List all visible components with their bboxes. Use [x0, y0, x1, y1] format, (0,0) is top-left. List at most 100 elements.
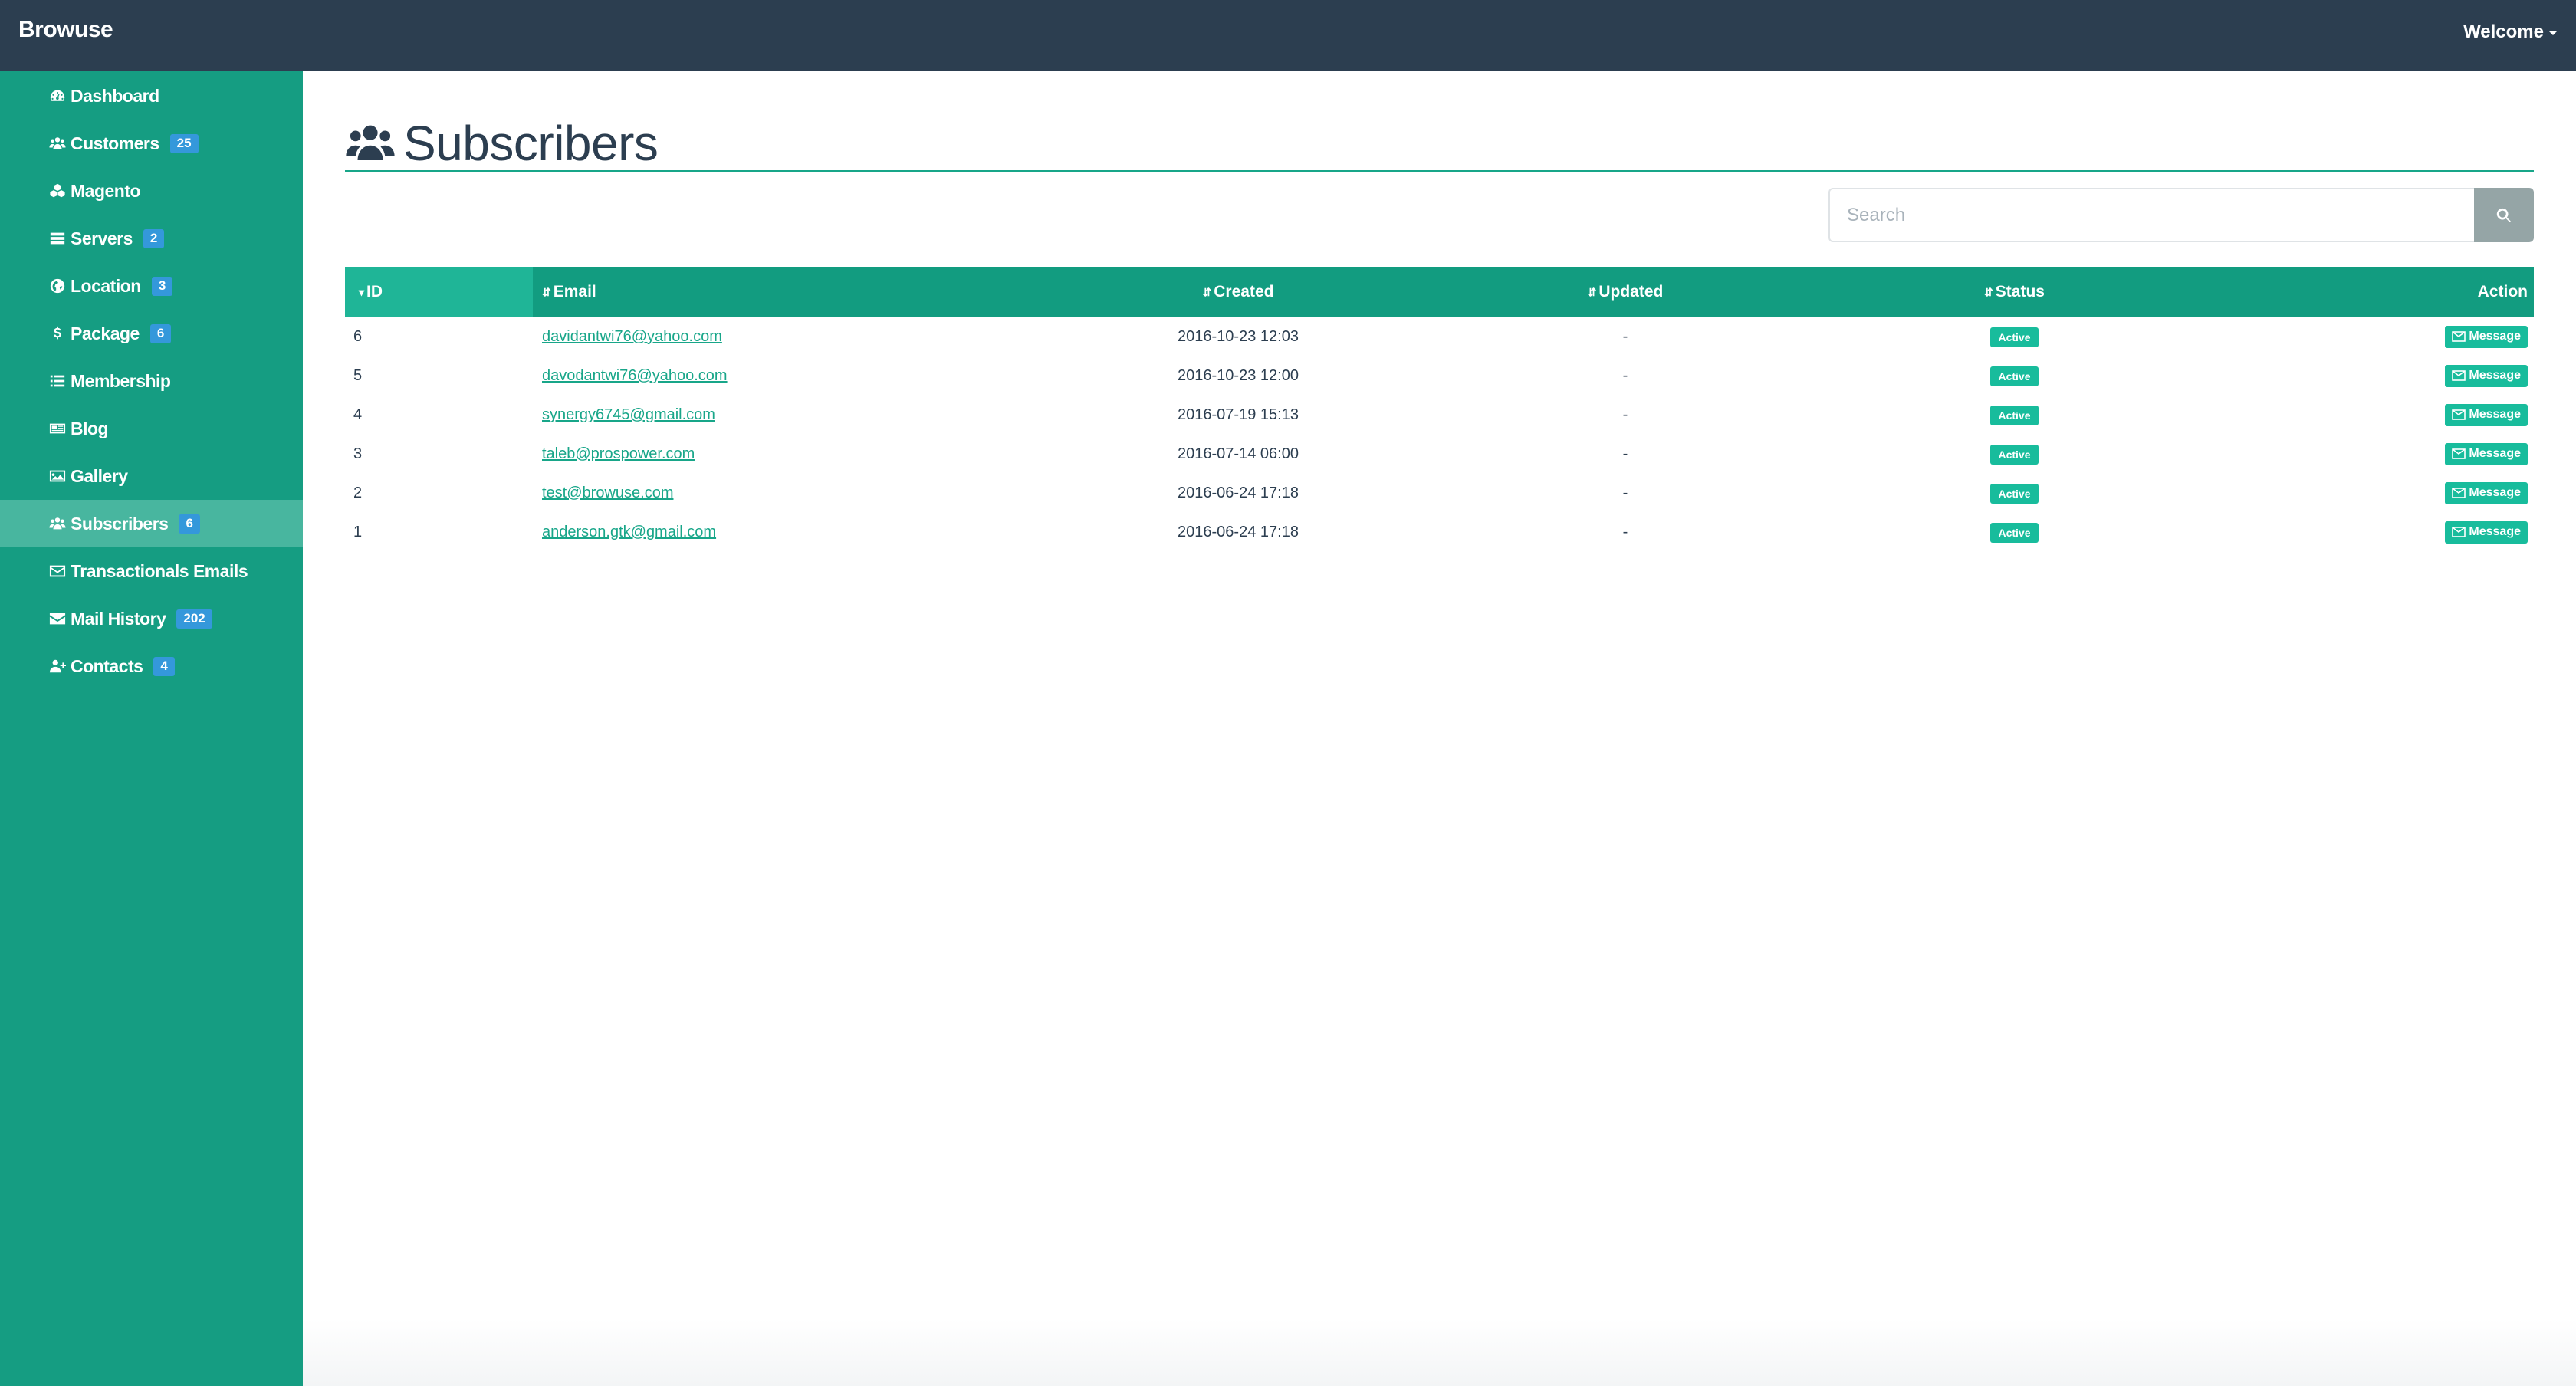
sidebar-item-label: Customers: [71, 133, 159, 153]
table-header: ▾ ID ⇵ Email ⇵ Created ⇵ Updated ⇵ Status Act…: [345, 267, 2534, 317]
sidebar-item-label: Dashboard: [71, 85, 159, 106]
status-badge: Active: [1990, 327, 2039, 347]
cell-created: 2016-10-23 12:03: [1178, 328, 1299, 345]
sidebar-item-label: Contacts: [71, 655, 143, 676]
sidebar-item-magento[interactable]: Magento: [0, 167, 303, 215]
envelope-outline-icon: [48, 563, 67, 580]
count-badge: 25: [169, 133, 199, 153]
cell-id: 1: [353, 524, 363, 540]
welcome-label: Welcome: [2463, 21, 2544, 42]
column-header-created[interactable]: ⇵ Created: [1046, 267, 1430, 317]
image-icon: [48, 468, 67, 484]
users-icon: [48, 135, 67, 152]
status-badge: Active: [1990, 366, 2039, 386]
bottom-shadow: [303, 1319, 2576, 1386]
dollar-icon: [48, 325, 67, 342]
welcome-dropdown[interactable]: Welcome: [2463, 21, 2558, 43]
envelope-outline-icon: [2452, 409, 2466, 420]
status-badge: Active: [1990, 483, 2039, 504]
cell-created: 2016-07-19 15:13: [1178, 406, 1299, 423]
email-link[interactable]: davodantwi76@yahoo.com: [542, 367, 728, 385]
column-header-status[interactable]: ⇵ Status: [1821, 267, 2208, 317]
column-header-action: Action: [2477, 283, 2528, 301]
search-button[interactable]: [2474, 188, 2534, 242]
cell-updated: -: [1622, 406, 1628, 423]
message-button[interactable]: Message: [2445, 404, 2528, 426]
email-link[interactable]: davidantwi76@yahoo.com: [542, 328, 722, 346]
cell-updated: -: [1622, 484, 1628, 501]
email-link[interactable]: taleb@prospower.com: [542, 445, 695, 463]
sidebar-item-label: Gallery: [71, 465, 128, 486]
sidebar-item-servers[interactable]: Servers 2: [0, 215, 303, 262]
status-badge: Active: [1990, 444, 2039, 465]
sidebar-item-mail-history[interactable]: Mail History 202: [0, 595, 303, 642]
table-row: 1 anderson.gtk@gmail.com 2016-06-24 17:1…: [345, 513, 2534, 552]
brand-logo[interactable]: Browuse: [18, 17, 113, 43]
count-badge: 2: [143, 228, 165, 248]
sidebar-item-label: Transactionals Emails: [71, 560, 248, 581]
cell-created: 2016-10-23 12:00: [1178, 367, 1299, 384]
cubes-icon: [48, 182, 67, 199]
sidebar-item-label: Package: [71, 323, 140, 343]
column-header-id[interactable]: ▾ ID: [345, 267, 533, 317]
sidebar-item-gallery[interactable]: Gallery: [0, 452, 303, 500]
page-title: Subscribers: [345, 115, 659, 172]
caret-down-icon: [2548, 30, 2558, 35]
search-icon: [2496, 208, 2511, 222]
globe-icon: [48, 278, 67, 294]
envelope-outline-icon: [2452, 370, 2466, 381]
sidebar-item-label: Subscribers: [71, 513, 169, 534]
sort-icon: ⇵: [542, 285, 551, 298]
sidebar-item-label: Membership: [71, 370, 171, 391]
users-icon: [48, 515, 67, 532]
sidebar-item-blog[interactable]: Blog: [0, 405, 303, 452]
column-header-updated[interactable]: ⇵ Updated: [1430, 267, 1821, 317]
sidebar-item-subscribers[interactable]: Subscribers 6: [0, 500, 303, 547]
email-link[interactable]: anderson.gtk@gmail.com: [542, 524, 716, 541]
cell-updated: -: [1622, 445, 1628, 462]
cell-id: 5: [353, 367, 363, 384]
subscribers-table: ▾ ID ⇵ Email ⇵ Created ⇵ Updated ⇵ Status Act…: [345, 267, 2534, 552]
sort-desc-icon: ▾: [359, 285, 365, 298]
count-badge: 4: [153, 656, 175, 676]
sidebar-item-transactional-emails[interactable]: Transactionals Emails: [0, 547, 303, 595]
sidebar-item-label: Servers: [71, 228, 133, 248]
email-link[interactable]: test@browuse.com: [542, 484, 673, 502]
sidebar-item-contacts[interactable]: Contacts 4: [0, 642, 303, 690]
sort-icon: ⇵: [1587, 285, 1597, 298]
sidebar-item-dashboard[interactable]: Dashboard: [0, 72, 303, 120]
status-badge: Active: [1990, 522, 2039, 543]
email-link[interactable]: synergy6745@gmail.com: [542, 406, 715, 424]
users-icon: [345, 118, 396, 169]
title-divider: [345, 170, 2534, 172]
cell-updated: -: [1622, 367, 1628, 384]
sidebar-item-package[interactable]: Package 6: [0, 310, 303, 357]
table-row: 4 synergy6745@gmail.com 2016-07-19 15:13…: [345, 396, 2534, 435]
message-button[interactable]: Message: [2445, 443, 2528, 465]
user-plus-icon: [48, 658, 67, 675]
sidebar-item-customers[interactable]: Customers 25: [0, 120, 303, 167]
sidebar-item-location[interactable]: Location 3: [0, 262, 303, 310]
column-header-email[interactable]: ⇵ Email: [533, 267, 1046, 317]
message-button[interactable]: Message: [2445, 365, 2528, 387]
count-badge: 6: [150, 324, 172, 343]
count-badge: 6: [179, 514, 200, 534]
table-row: 6 davidantwi76@yahoo.com 2016-10-23 12:0…: [345, 317, 2534, 356]
list-icon: [48, 373, 67, 389]
envelope-icon: [48, 610, 67, 627]
sidebar-item-label: Location: [71, 275, 141, 296]
search-input[interactable]: [1829, 188, 2474, 242]
table-row: 3 taleb@prospower.com 2016-07-14 06:00 -…: [345, 435, 2534, 474]
cell-updated: -: [1622, 524, 1628, 540]
count-badge: 202: [176, 609, 212, 629]
message-button[interactable]: Message: [2445, 482, 2528, 504]
sidebar-item-membership[interactable]: Membership: [0, 357, 303, 405]
envelope-outline-icon: [2452, 527, 2466, 537]
envelope-outline-icon: [2452, 488, 2466, 498]
message-button[interactable]: Message: [2445, 521, 2528, 544]
message-button[interactable]: Message: [2445, 326, 2528, 348]
page-title-text: Subscribers: [403, 116, 659, 171]
dashboard-icon: [48, 87, 67, 104]
sidebar-item-label: Mail History: [71, 608, 166, 629]
envelope-outline-icon: [2452, 331, 2466, 342]
